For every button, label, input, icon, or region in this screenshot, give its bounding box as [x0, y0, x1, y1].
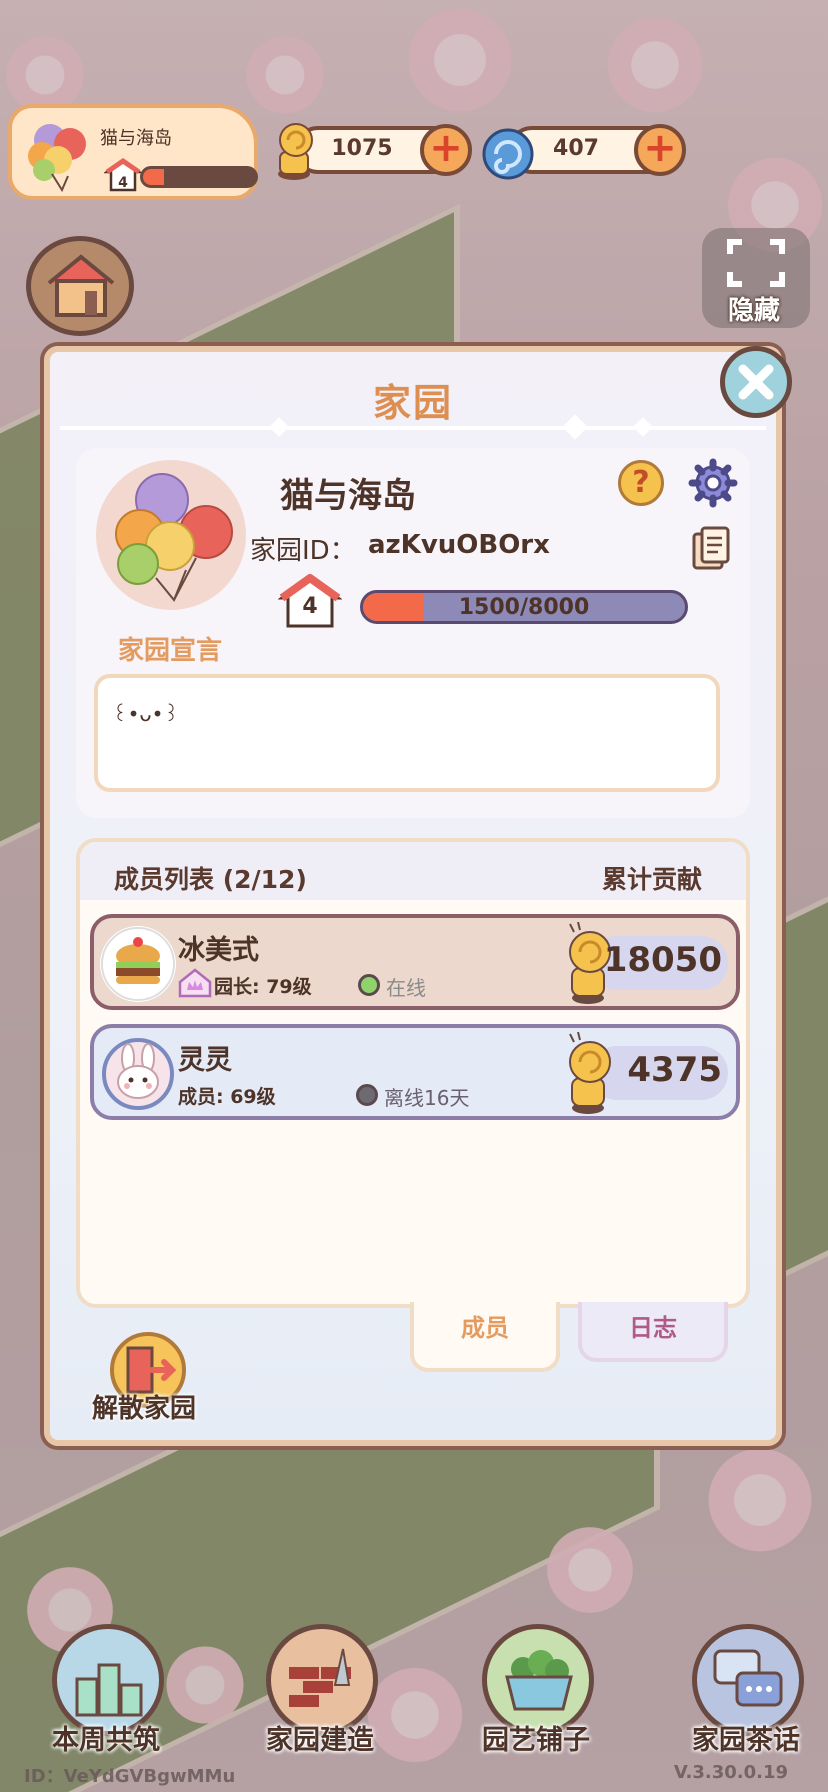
snail-currency-value: 1075: [331, 136, 393, 161]
title-divider: [60, 426, 766, 430]
close-icon: [738, 364, 774, 400]
home-level-number: 4: [118, 175, 128, 191]
online-status-icon: [358, 974, 380, 996]
member-role: 成员: 69级: [178, 1086, 276, 1108]
garden-shop-label: 园艺铺子: [482, 1725, 590, 1756]
contribution-header: 累计贡献: [601, 865, 702, 894]
balloons-icon: [28, 124, 86, 193]
home-id-label: 家园ID：: [250, 536, 356, 566]
member-name: 灵灵: [178, 1045, 232, 1076]
member-status: 在线: [386, 976, 426, 1000]
home-name: 猫与海岛: [100, 128, 172, 149]
podium-icon: [75, 1663, 143, 1717]
member-status: 离线16天: [384, 1086, 470, 1110]
member-row[interactable]: 冰美式 园长: 79级 在线 18050: [90, 914, 740, 1010]
bricks-trowel-icon: [289, 1648, 351, 1707]
declaration-title: 家园宣言: [118, 636, 223, 666]
tab-log[interactable]: 日志: [578, 1302, 728, 1362]
bunny-avatar-icon: [102, 1038, 174, 1110]
add-swirl-currency-button[interactable]: +: [634, 124, 686, 176]
declaration-text: ꒰•ᴗ•꒱: [112, 702, 180, 726]
player-id: ID：VeYdGVBgwMMu: [24, 1766, 236, 1787]
disband-home-label: 解散家园: [92, 1394, 197, 1424]
weekly-build-label: 本周共筑: [52, 1725, 160, 1756]
copy-icon[interactable]: [690, 526, 732, 572]
add-snail-currency-button[interactable]: +: [420, 124, 472, 176]
member-role: 园长: 79级: [214, 976, 312, 998]
snail-currency: 1075 +: [278, 123, 472, 180]
gear-icon[interactable]: [688, 458, 738, 508]
frame-icon: [727, 239, 785, 287]
members-card: 成员列表 (2/12) 累计贡献 冰美式 园长: 79级 在线 18050 灵灵…: [76, 838, 750, 1308]
home-level-number: 4: [302, 594, 318, 619]
swirl-currency: 407 +: [482, 124, 686, 180]
level-progress-text: 1500/8000: [458, 595, 590, 620]
home-progress-bar: [140, 166, 258, 188]
member-name: 冰美式: [178, 935, 259, 966]
home-progress-fill: [143, 169, 164, 185]
chat-bubbles-icon: [713, 1649, 783, 1707]
members-list-title: 成员列表 (2/12): [114, 865, 307, 894]
house-level-icon: 4: [104, 158, 142, 192]
planter-icon: [505, 1650, 573, 1711]
tab-members[interactable]: 成员: [410, 1302, 560, 1372]
members-header: 成员列表 (2/12) 累计贡献: [80, 842, 746, 900]
home-build-label: 家园建造: [266, 1725, 374, 1756]
home-avatar[interactable]: [96, 460, 246, 610]
offline-status-icon: [356, 1084, 378, 1106]
close-button[interactable]: [720, 346, 792, 418]
home-name: 猫与海岛: [280, 476, 416, 516]
hide-ui-label: 隐藏: [728, 296, 781, 326]
home-level-progress: 1500/8000: [360, 590, 688, 624]
swirl-currency-value: 407: [553, 136, 599, 161]
dialog-title: 家园: [372, 381, 453, 425]
member-score: 18050: [603, 940, 722, 980]
help-button[interactable]: ?: [618, 460, 664, 506]
house-icon: [47, 254, 115, 317]
crown-house-icon: [178, 968, 212, 998]
home-badge[interactable]: 猫与海岛 4: [8, 104, 258, 200]
burger-avatar-icon: [100, 926, 176, 1002]
hide-ui-button[interactable]: 隐藏: [702, 228, 810, 328]
declaration-box[interactable]: ꒰•ᴗ•꒱: [94, 674, 720, 792]
home-chat-label: 家园茶话: [692, 1725, 800, 1756]
member-row[interactable]: 灵灵 成员: 69级 离线16天 4375: [90, 1024, 740, 1120]
snail-coin-icon: [569, 1032, 611, 1114]
return-home-button[interactable]: [26, 236, 134, 336]
home-id-value: azKvuOBOrx: [368, 530, 550, 560]
member-score: 4375: [627, 1050, 722, 1090]
app-version: V.3.30.0.19: [673, 1762, 788, 1783]
home-info-card: 猫与海岛 ? 家园ID： azKvuOBOrx 4 1500/8000 家园宣言…: [76, 448, 750, 818]
home-level-badge: 4: [278, 574, 342, 630]
balloons-icon: [115, 473, 233, 602]
